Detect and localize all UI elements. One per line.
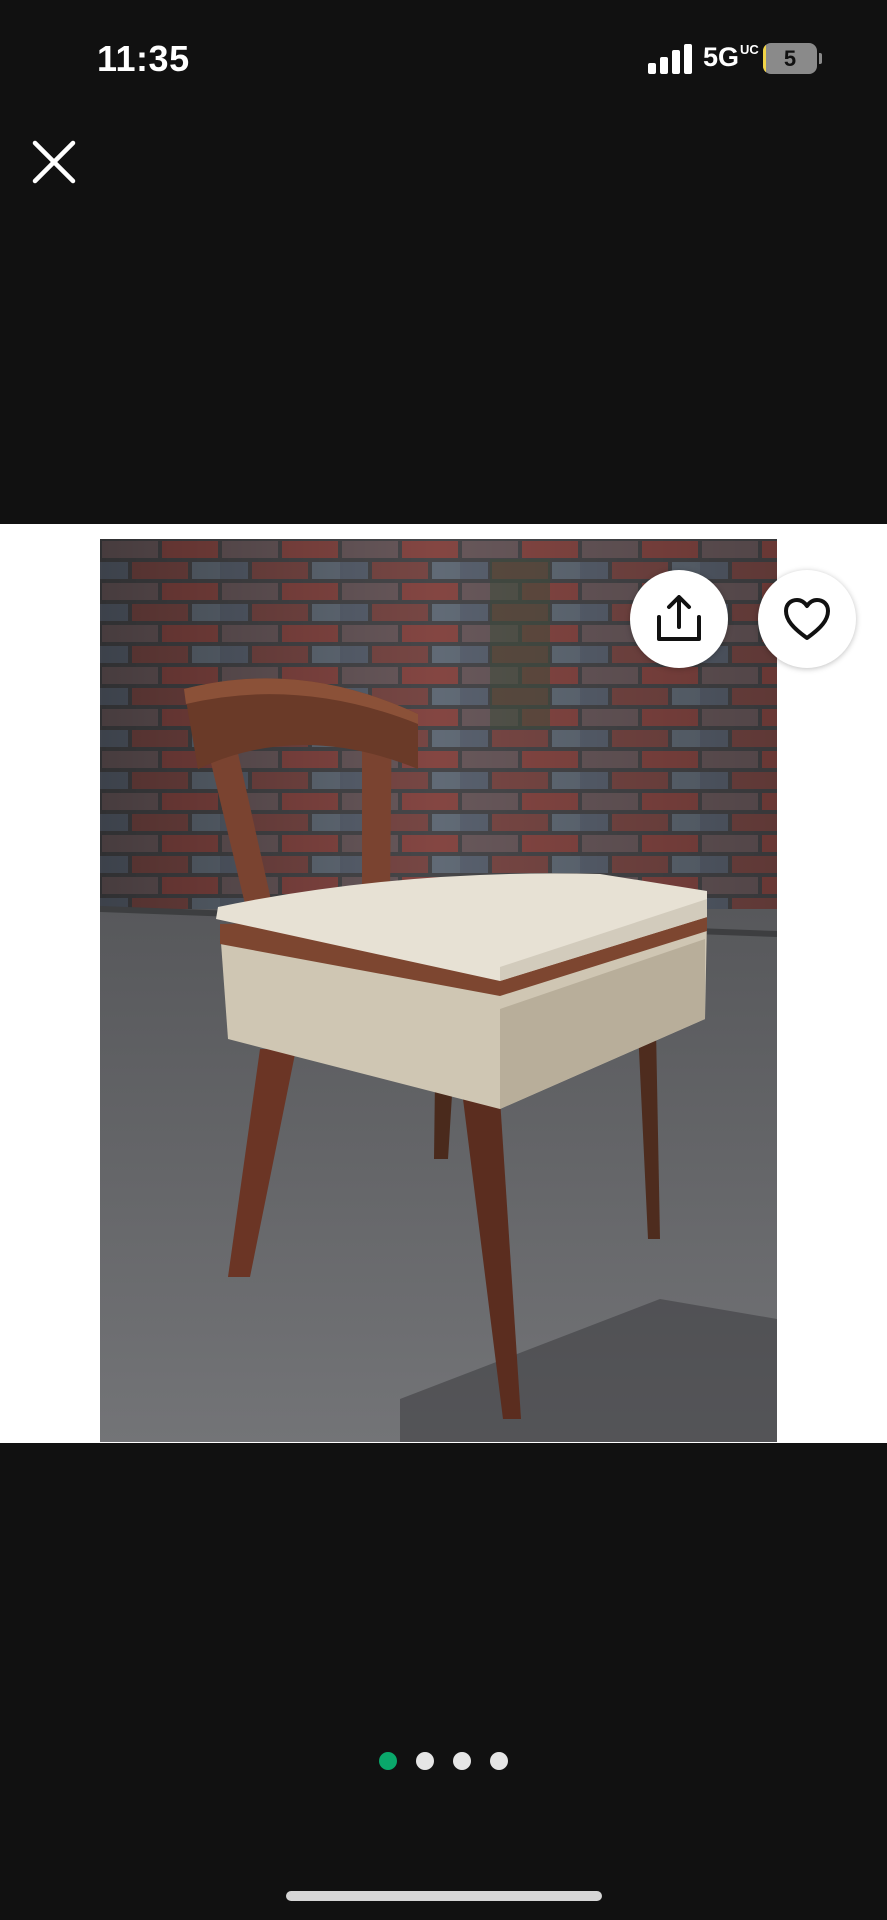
close-icon [32, 140, 76, 184]
battery-level: 5 [783, 46, 797, 71]
pager-dot-3[interactable] [453, 1752, 471, 1770]
wooden-chair-photo[interactable] [100, 539, 777, 1442]
favorite-button[interactable] [758, 570, 856, 668]
share-icon [657, 595, 701, 641]
network-suffix: UC [740, 42, 759, 57]
battery-icon: 5 [763, 43, 822, 74]
network-type: 5GUC [703, 42, 759, 73]
heart-icon [784, 598, 830, 640]
clock-time: 11:35 [97, 38, 190, 79]
home-indicator[interactable] [286, 1891, 602, 1901]
status-bar: 11:35 5GUC 5 [0, 0, 887, 120]
network-label: 5G [703, 42, 740, 72]
image-pager [0, 1752, 887, 1774]
pager-dot-4[interactable] [490, 1752, 508, 1770]
pager-dot-2[interactable] [416, 1752, 434, 1770]
close-button[interactable] [22, 130, 86, 194]
share-button[interactable] [630, 570, 728, 668]
pager-dot-1[interactable] [379, 1752, 397, 1770]
signal-bars-icon [648, 44, 692, 74]
